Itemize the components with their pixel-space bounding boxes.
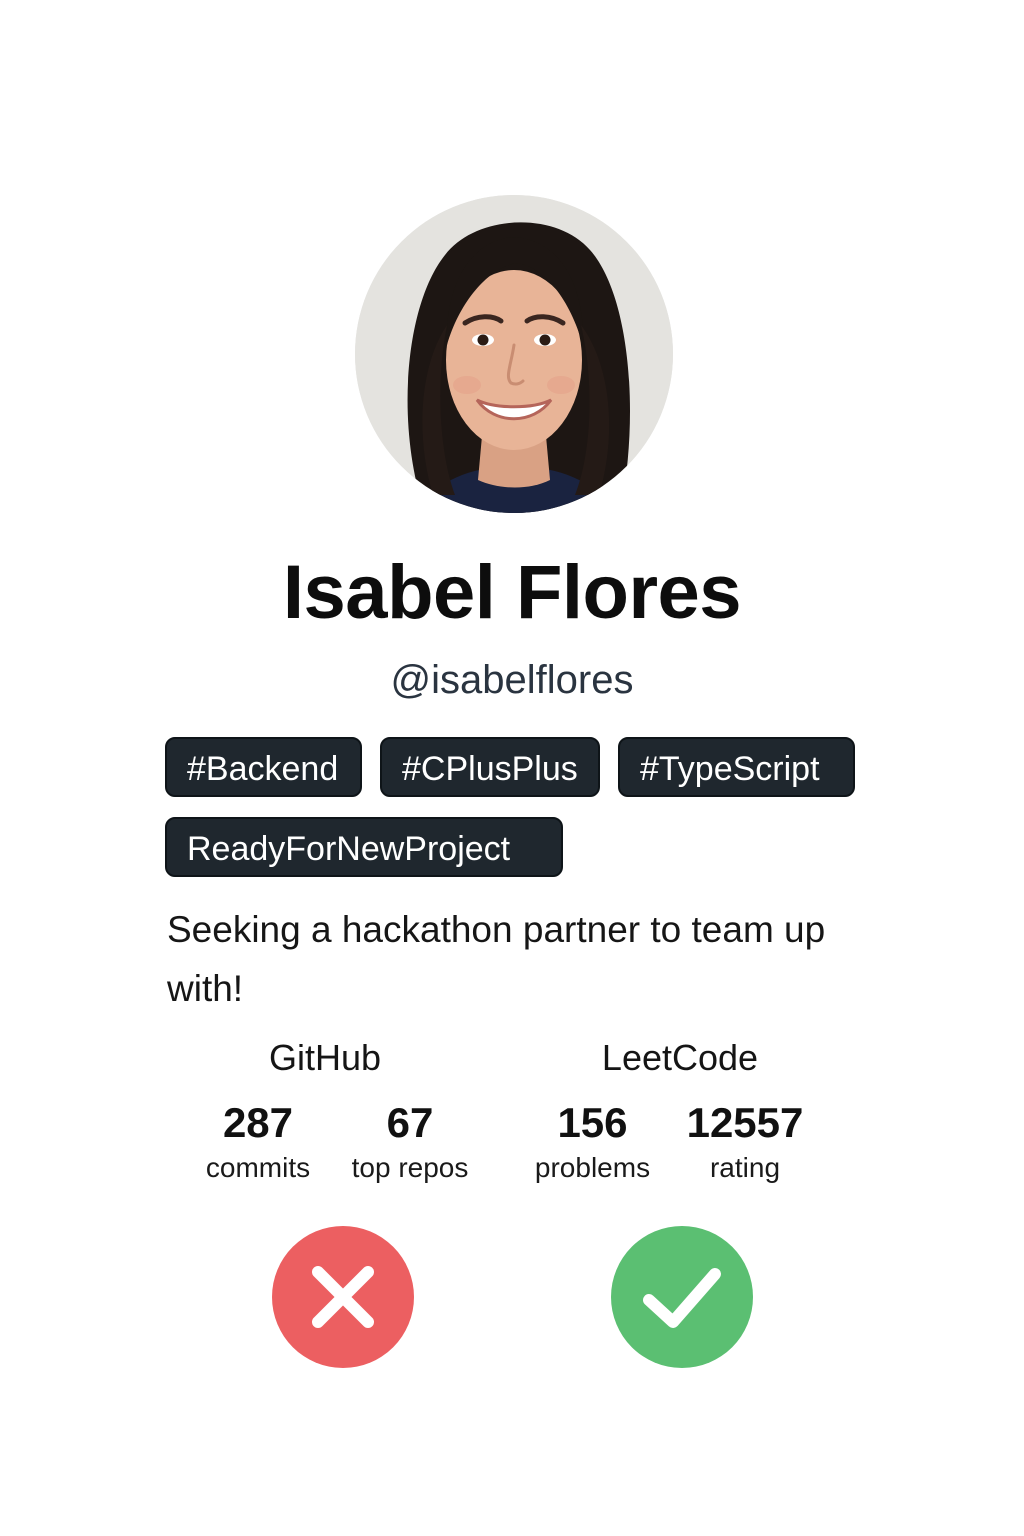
- github-commits-stat: 287 commits: [188, 1098, 328, 1186]
- leetcode-problems-stat: 156 problems: [520, 1098, 665, 1186]
- accept-button[interactable]: [611, 1226, 753, 1368]
- reject-button[interactable]: [272, 1226, 414, 1368]
- profile-handle: @isabelflores: [390, 658, 634, 702]
- profile-photo-icon: [355, 195, 673, 513]
- stat-value: 67: [386, 1099, 434, 1146]
- tag-typescript[interactable]: #TypeScript: [618, 737, 855, 797]
- profile-bio: Seeking a hackathon partner to team up w…: [167, 909, 826, 1009]
- stat-value: 156: [557, 1099, 628, 1146]
- close-icon: [312, 1266, 374, 1328]
- github-stats-title: GitHub: [268, 1037, 382, 1078]
- stat-label: top repos: [351, 1152, 469, 1183]
- leetcode-rating-stat: 12557 rating: [670, 1098, 820, 1186]
- profile-name: Isabel Flores: [282, 550, 742, 635]
- stat-label: rating: [709, 1152, 781, 1183]
- tag-cplusplus[interactable]: #CPlusPlus: [380, 737, 600, 797]
- stat-value: 12557: [686, 1099, 804, 1146]
- avatar: [355, 195, 673, 513]
- check-icon: [643, 1268, 721, 1328]
- leetcode-stats-title: LeetCode: [601, 1037, 759, 1078]
- tag-ready-for-new-project[interactable]: ReadyForNewProject: [165, 817, 563, 877]
- tag-backend[interactable]: #Backend: [165, 737, 362, 797]
- stat-label: problems: [534, 1152, 651, 1183]
- github-repos-stat: 67 top repos: [335, 1098, 485, 1186]
- stat-label: commits: [205, 1152, 311, 1183]
- stat-value: 287: [222, 1099, 294, 1146]
